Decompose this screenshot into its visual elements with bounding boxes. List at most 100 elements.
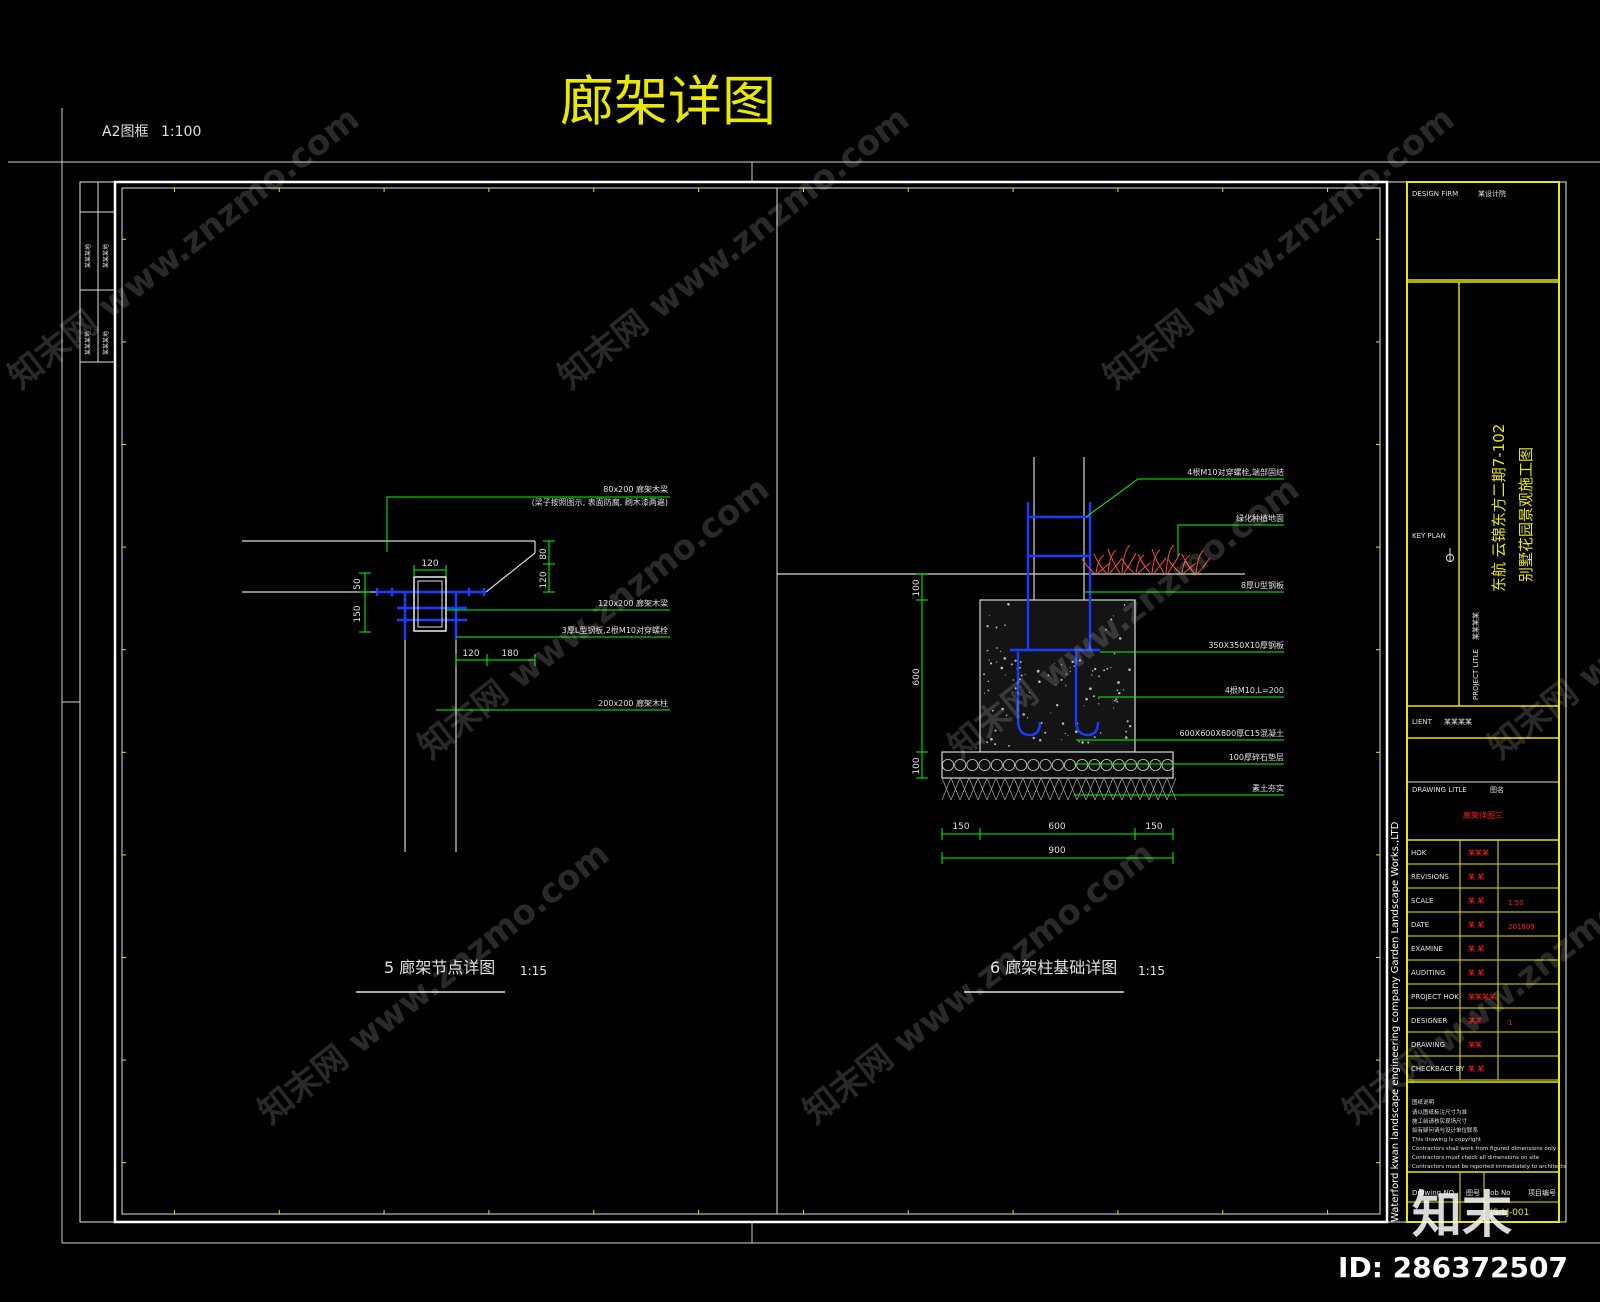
detail-5-scale: 1:15 <box>520 964 547 978</box>
note-line: 如有疑问请与设计单位联系 <box>1412 1126 1479 1134</box>
hatch-dot <box>989 662 993 665</box>
annotation: 350X350X10厚钢板 <box>1208 640 1284 650</box>
hatch-dot <box>1115 698 1118 701</box>
table-row-label: REVISIONS <box>1411 873 1449 881</box>
table-row-value: 201609 <box>1508 923 1535 931</box>
watermark-text: 知末网 www.znzmo.com <box>551 99 917 397</box>
hatch-dot <box>1067 735 1069 737</box>
hatch-dot <box>986 625 989 628</box>
hatch-dot <box>1093 736 1096 738</box>
hatch-dot <box>988 659 990 661</box>
hatch-dot <box>1114 699 1116 702</box>
hatch-dot <box>1125 736 1128 739</box>
hatch-dot <box>1010 663 1013 666</box>
table-row-name: 某某某 <box>1468 849 1489 857</box>
grass-blade <box>1109 557 1123 574</box>
hatch-dot <box>1004 674 1006 676</box>
hatch-dot <box>1018 666 1021 669</box>
hatch-dot <box>1081 741 1084 744</box>
hatch-dot <box>1098 698 1100 700</box>
watermarks: 知末网 www.znzmo.com 知末网 www.znzmo.com 知末网 … <box>1 99 1600 1132</box>
hatch-dot <box>1032 736 1035 740</box>
margin-label: 某某某地 <box>84 244 92 268</box>
hatch-dot <box>1087 741 1090 744</box>
hatch-dot <box>1128 668 1131 671</box>
hatch-dot <box>1083 705 1085 707</box>
annotation: 4根M10,L=200 <box>1225 685 1284 695</box>
hatch-dot <box>1098 675 1100 678</box>
hatch-dot <box>1103 669 1106 672</box>
drawing-title-hdr: 图名 <box>1490 785 1504 794</box>
frame-label: A2图框 <box>102 124 148 140</box>
hatch-dot <box>1106 668 1109 670</box>
hatch-dot <box>1092 695 1095 698</box>
table-row-label: DATE <box>1411 921 1429 929</box>
hatch-dot <box>1117 681 1120 684</box>
annotation: 200x200 廊架木柱 <box>598 698 668 708</box>
table-row-name: 某 某 <box>1468 873 1484 881</box>
north-arrow-icon <box>1446 548 1454 562</box>
frame-scale: 1:100 <box>161 124 201 140</box>
hatch-dot <box>1125 730 1128 733</box>
table-row-name: 某 某 <box>1468 897 1484 905</box>
watermark-text: 知末网 www.znzmo.com <box>796 834 1162 1132</box>
notes-title: 图纸说明 <box>1412 1098 1435 1106</box>
hatch-dot <box>1094 667 1097 671</box>
annotation: 4根M10对穿螺栓,端部固结 <box>1187 467 1284 477</box>
note-line: 施工前请核实现场尺寸 <box>1412 1117 1468 1125</box>
drawing-title-label: DRAWING LITLE <box>1412 786 1467 794</box>
watermark-text: 知末网 www.znzmo.com <box>411 469 777 767</box>
hatch-dot <box>1092 670 1094 672</box>
job-no-hdr: 项目编号 <box>1528 1188 1556 1197</box>
vertical-credit: Waterford kwan landscape engineering com… <box>1390 821 1401 1222</box>
grass-blade <box>1137 553 1151 574</box>
dim-label: 50 <box>353 578 363 590</box>
hatch-dot <box>1038 738 1042 742</box>
hatch-dot <box>1116 700 1119 703</box>
hatch-dot <box>1055 703 1059 707</box>
hatch-dot <box>1044 731 1047 734</box>
hatch-dot <box>1061 739 1063 741</box>
table-row-label: PROJECT HOK <box>1411 993 1459 1001</box>
hatch-dot <box>1014 659 1017 662</box>
dim-label: 100 <box>912 757 922 774</box>
dim-label: 120 <box>462 649 479 659</box>
hatch-dot <box>1061 722 1065 725</box>
hatch-dot <box>996 661 998 663</box>
table-row-name: 某 某 <box>1468 1065 1484 1073</box>
design-firm-label: DESIGN FIRM <box>1412 190 1458 198</box>
hatch-dot <box>1113 707 1115 709</box>
hatch-dot <box>988 615 991 617</box>
dim-label: 150 <box>353 605 363 622</box>
hatch-dot <box>1099 732 1102 734</box>
watermark-id: ID: 286372507 <box>1338 1251 1568 1284</box>
watermark-logo: 知末 <box>1412 1186 1512 1244</box>
hatch-dot <box>986 649 989 652</box>
note-line: This drawing is copyright <box>1411 1137 1482 1143</box>
table-row-label: HOK <box>1411 849 1427 857</box>
table-row-value: 1:50 <box>1508 899 1524 907</box>
dim-label: 600 <box>1048 822 1065 832</box>
key-plan-label: KEY PLAN <box>1412 532 1446 540</box>
hatch-dot <box>1050 712 1052 714</box>
client-value: 某某某某 <box>1444 718 1472 726</box>
hatch-dot <box>1113 652 1116 655</box>
hatch-dot <box>1098 703 1100 705</box>
hatch-dot <box>1019 660 1022 663</box>
grass-blade <box>1093 553 1107 574</box>
note-line: 请以图纸标注尺寸为准 <box>1412 1108 1468 1116</box>
drawing-title-value: 廊架详图三 <box>1463 810 1503 820</box>
detail-6-scale: 1:15 <box>1138 964 1165 978</box>
soil-hatch <box>941 777 1177 801</box>
design-firm-value: 某设计院 <box>1478 189 1506 198</box>
table-row-name: 某 某 <box>1468 969 1484 977</box>
dim-label: 120 <box>539 571 549 588</box>
hatch-dot <box>1090 674 1093 676</box>
hatch-dot <box>1078 740 1080 743</box>
dim-label: 100 <box>912 579 922 596</box>
annotation: 80x200 廊架木梁 <box>603 484 668 494</box>
hatch-dot <box>1122 689 1125 691</box>
project-title-value: 某某某某 <box>1472 612 1480 640</box>
hatch-dot <box>995 626 998 629</box>
table-row-value: 1 <box>1508 1019 1512 1027</box>
